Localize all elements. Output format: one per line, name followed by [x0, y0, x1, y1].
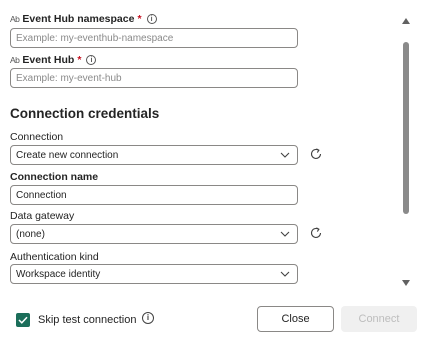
event-hub-label-text: Event Hub	[22, 54, 75, 66]
connection-name-label: Connection name	[10, 171, 99, 183]
required-asterisk: *	[137, 13, 142, 25]
skip-test-connection-label[interactable]: Skip test connection	[38, 313, 136, 327]
chevron-down-icon	[278, 148, 292, 162]
chevron-down-icon	[278, 227, 292, 241]
connection-dropdown[interactable]: Create new connection	[10, 145, 298, 165]
info-icon[interactable]: i	[142, 312, 154, 324]
scrollbar-thumb[interactable]	[403, 42, 409, 214]
event-hub-input[interactable]	[10, 68, 298, 88]
vertical-scrollbar[interactable]	[398, 8, 414, 292]
authentication-kind-dropdown-value: Workspace identity	[16, 268, 101, 280]
scroll-up-arrow-icon[interactable]	[401, 16, 411, 26]
info-icon[interactable]: i	[86, 55, 97, 65]
chevron-down-icon	[278, 267, 292, 281]
connection-credentials-title: Connection credentials	[10, 106, 160, 121]
event-hub-namespace-label-text: Event Hub namespace	[22, 13, 135, 25]
event-hub-namespace-label: Ab Event Hub namespace * i	[10, 12, 157, 26]
required-asterisk: *	[77, 54, 82, 66]
text-field-icon: Ab	[10, 14, 20, 24]
data-gateway-label: Data gateway	[10, 210, 75, 222]
refresh-icon[interactable]	[307, 145, 325, 163]
skip-test-connection-checkbox[interactable]	[16, 313, 30, 327]
connect-button[interactable]: Connect	[341, 306, 417, 332]
form-scroll-area: Ab Event Hub namespace * i Ab Event Hub …	[0, 0, 398, 292]
data-gateway-dropdown-value: (none)	[16, 228, 45, 240]
event-hub-label: Ab Event Hub * i	[10, 53, 97, 67]
authentication-kind-dropdown[interactable]: Workspace identity	[10, 264, 298, 284]
close-button[interactable]: Close	[257, 306, 334, 332]
connection-dropdown-value: Create new connection	[16, 149, 119, 161]
refresh-icon[interactable]	[307, 224, 325, 242]
dialog-footer: Skip test connection i Close Connect	[0, 300, 425, 343]
authentication-kind-label: Authentication kind	[10, 251, 99, 263]
data-gateway-dropdown[interactable]: (none)	[10, 224, 298, 244]
event-hub-namespace-input[interactable]	[10, 28, 298, 48]
connection-label: Connection	[10, 131, 64, 143]
connection-name-input[interactable]	[10, 185, 298, 205]
info-icon[interactable]: i	[146, 14, 157, 24]
checkmark-icon	[18, 316, 28, 324]
text-field-icon: Ab	[10, 55, 20, 65]
scroll-down-arrow-icon[interactable]	[401, 278, 411, 288]
